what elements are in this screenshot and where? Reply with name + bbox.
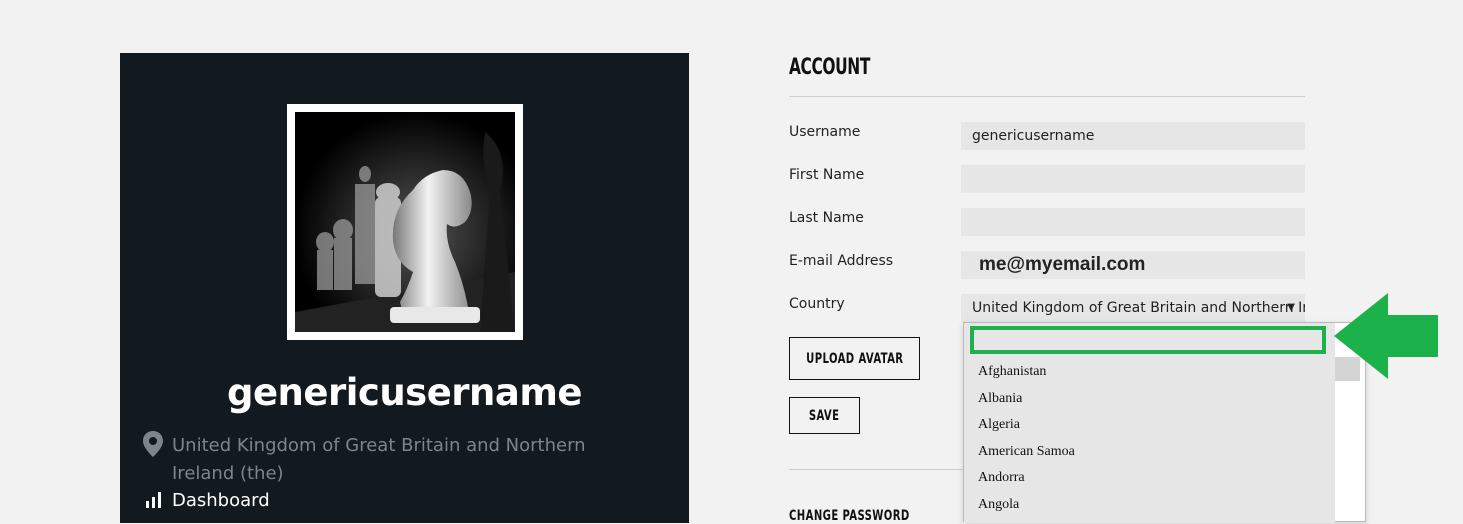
country-label: Country (789, 296, 845, 312)
country-search-input[interactable] (972, 329, 1324, 354)
location-pin-icon (143, 431, 163, 457)
country-option[interactable]: Andorra (978, 465, 1075, 492)
avatar (287, 104, 523, 340)
account-title: ACCOUNT (789, 55, 870, 80)
chess-knight-avatar-image (295, 112, 515, 332)
first-name-input[interactable] (961, 165, 1305, 193)
location-text: United Kingdom of Great Britain and Nort… (172, 435, 586, 484)
country-selected-value: United Kingdom of Great Britain and Nort… (972, 300, 1305, 316)
email-label: E-mail Address (789, 253, 894, 269)
first-name-label: First Name (789, 167, 865, 183)
last-name-input[interactable] (961, 208, 1305, 236)
country-dropdown[interactable]: Afghanistan Albania Algeria American Sam… (963, 322, 1366, 523)
upload-avatar-label: UPLOAD AVATAR (805, 350, 904, 367)
country-options-list: Afghanistan Albania Algeria American Sam… (978, 359, 1075, 519)
save-label: SAVE (809, 407, 840, 424)
country-option[interactable]: Afghanistan (978, 359, 1075, 386)
country-option[interactable]: American Samoa (978, 439, 1075, 466)
country-option[interactable]: Algeria (978, 412, 1075, 439)
country-option[interactable]: Angola (978, 492, 1075, 519)
bar-chart-icon (146, 492, 161, 508)
email-input[interactable] (961, 251, 1305, 279)
green-arrow-icon (1334, 293, 1438, 379)
account-divider (789, 96, 1305, 97)
change-password-title: CHANGE PASSWORD (789, 508, 910, 524)
dropdown-panel: Afghanistan Albania Algeria American Sam… (964, 323, 1335, 523)
username-label: Username (789, 124, 861, 140)
dashboard-label: Dashboard (172, 490, 270, 511)
save-button[interactable]: SAVE (789, 397, 860, 434)
profile-card: genericusername United Kingdom of Great … (120, 53, 689, 523)
dropdown-arrow-icon: ▼ (1287, 302, 1295, 313)
country-select[interactable]: United Kingdom of Great Britain and Nort… (961, 294, 1305, 322)
country-option[interactable]: Albania (978, 386, 1075, 413)
last-name-label: Last Name (789, 210, 864, 226)
profile-username: genericusername (226, 371, 583, 414)
username-input[interactable] (961, 122, 1305, 150)
upload-avatar-button[interactable]: UPLOAD AVATAR (789, 337, 920, 380)
